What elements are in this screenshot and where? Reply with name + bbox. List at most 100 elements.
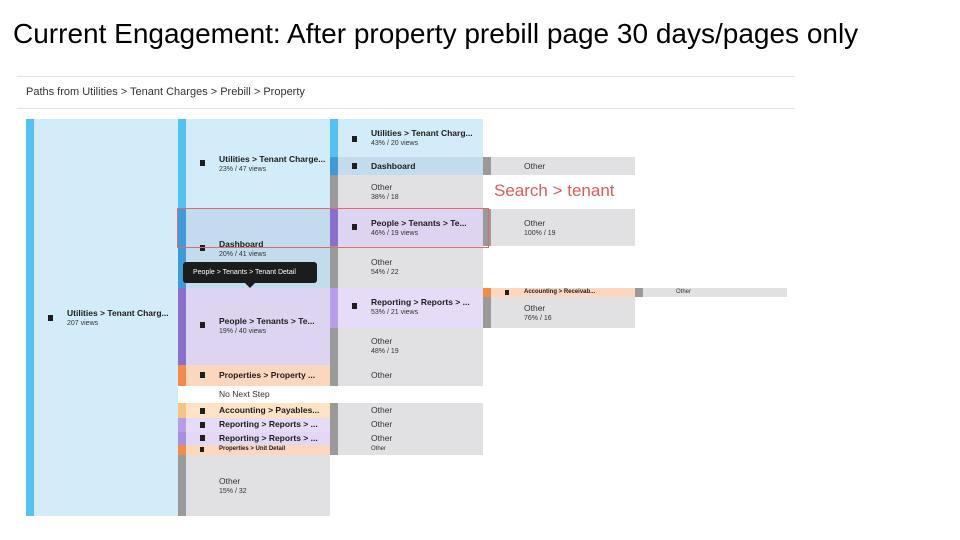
node-dashboard-2-label: Dashboard	[371, 161, 416, 171]
node-dashboard-views: 20% / 41 views	[219, 251, 267, 258]
node-other-2d-label: Other	[371, 370, 393, 380]
document-icon	[352, 163, 357, 169]
node-bar	[330, 119, 338, 157]
document-icon	[200, 372, 205, 378]
node-other-4[interactable]	[643, 288, 787, 297]
node-bar	[178, 445, 186, 455]
node-other-3a-label: Other	[524, 161, 546, 171]
node-bar	[330, 365, 338, 386]
node-reporting-2col[interactable]	[338, 288, 483, 328]
node-bar	[178, 418, 186, 432]
node-bar	[178, 119, 186, 209]
node-bar	[330, 157, 338, 175]
node-other-2h[interactable]	[338, 445, 483, 455]
node-bar	[178, 432, 186, 445]
node-other-2g[interactable]	[338, 432, 483, 445]
node-other-label: Other	[219, 476, 241, 486]
node-accounting-label: Accounting > Payables...	[219, 405, 320, 415]
node-utilities-2-label: Utilities > Tenant Charg...	[371, 128, 473, 138]
document-icon	[352, 136, 357, 142]
node-other-3c-label: Other	[524, 303, 546, 313]
document-icon	[200, 435, 205, 441]
node-bar	[330, 288, 338, 328]
node-utilities-label: Utilities > Tenant Charge...	[219, 154, 326, 164]
node-bar	[178, 288, 186, 365]
node-people-label: People > Tenants > Te...	[219, 316, 315, 326]
header-divider	[17, 108, 795, 109]
node-other-2e-label: Other	[371, 405, 393, 415]
node-other-2a[interactable]	[338, 175, 483, 209]
document-icon	[200, 447, 204, 452]
node-other-2c[interactable]	[338, 328, 483, 365]
node-bar	[330, 175, 338, 209]
breadcrumb: Paths from Utilities > Tenant Charges > …	[26, 86, 305, 98]
node-bar	[330, 328, 338, 365]
node-bar	[330, 403, 338, 418]
annotation-text: Search > tenant	[494, 181, 615, 200]
node-bar	[178, 403, 186, 418]
node-utilities-views: 23% / 47 views	[219, 166, 267, 173]
node-reporting-2-label: Reporting > Reports > ...	[219, 433, 318, 443]
node-other-3a[interactable]	[491, 157, 635, 175]
document-icon	[200, 422, 205, 428]
root-node-views: 207 views	[67, 320, 99, 327]
node-other-3b-views: 100% / 19	[524, 230, 556, 237]
node-bar	[635, 288, 643, 297]
document-icon	[200, 408, 205, 414]
node-bar	[330, 418, 338, 432]
document-icon	[48, 315, 53, 321]
node-other-2f-label: Other	[371, 419, 393, 429]
node-bar	[178, 455, 186, 516]
node-bar	[330, 246, 338, 288]
node-other-2b[interactable]	[338, 246, 483, 288]
node-reporting-2col-label: Reporting > Reports > ...	[371, 297, 470, 307]
document-icon	[352, 303, 357, 309]
document-icon	[200, 160, 205, 166]
node-bar	[330, 445, 338, 455]
highlight-box	[177, 208, 489, 248]
node-other-4-label: Other	[676, 289, 692, 295]
tooltip-arrow	[245, 283, 255, 288]
node-people-views: 19% / 40 views	[219, 328, 267, 335]
node-bar	[330, 432, 338, 445]
node-bar	[483, 157, 491, 175]
node-bar	[178, 386, 186, 403]
node-utilities-2[interactable]	[338, 119, 483, 157]
node-properties-label: Properties > Property ...	[219, 370, 316, 380]
node-other[interactable]	[186, 455, 330, 516]
node-other-2h-label: Other	[371, 446, 387, 452]
node-reporting-1-label: Reporting > Reports > ...	[219, 419, 318, 429]
node-other-2d[interactable]	[338, 365, 483, 386]
node-other-2c-label: Other	[371, 336, 393, 346]
top-divider	[17, 76, 795, 77]
node-other-2c-views: 48% / 19	[371, 348, 399, 355]
document-icon	[200, 322, 205, 328]
node-utilities[interactable]	[186, 119, 330, 209]
node-unit-detail-label: Properties > Unit Detail	[219, 446, 286, 452]
node-other-2b-label: Other	[371, 257, 393, 267]
node-bar	[178, 365, 186, 386]
node-other-3b[interactable]	[491, 209, 635, 246]
node-accounting-recv-label: Accounting > Receivab...	[524, 289, 596, 295]
node-reporting-2col-views: 53% / 21 views	[371, 309, 419, 316]
node-other-3c[interactable]	[491, 297, 635, 328]
node-other-2b-views: 54% / 22	[371, 269, 399, 276]
node-utilities-2-views: 43% / 20 views	[371, 140, 419, 147]
node-other-2g-label: Other	[371, 433, 393, 443]
node-other-2e[interactable]	[338, 403, 483, 418]
node-other-3c-views: 76% / 16	[524, 315, 552, 322]
document-icon	[505, 290, 509, 295]
node-other-views: 15% / 32	[219, 488, 247, 495]
root-node-bar	[26, 119, 34, 516]
node-other-3b-label: Other	[524, 218, 546, 228]
node-people[interactable]	[186, 288, 330, 365]
node-bar	[483, 297, 491, 328]
node-other-2f[interactable]	[338, 418, 483, 432]
tooltip: People > Tenants > Tenant Detail	[183, 262, 317, 283]
root-node-label: Utilities > Tenant Charg...	[67, 308, 169, 318]
node-bar	[483, 288, 491, 297]
node-other-2a-views: 38% / 18	[371, 194, 399, 201]
node-other-2a-label: Other	[371, 182, 393, 192]
slide-title: Current Engagement: After property prebi…	[13, 18, 859, 49]
node-no-next-step: No Next Step	[219, 389, 270, 399]
